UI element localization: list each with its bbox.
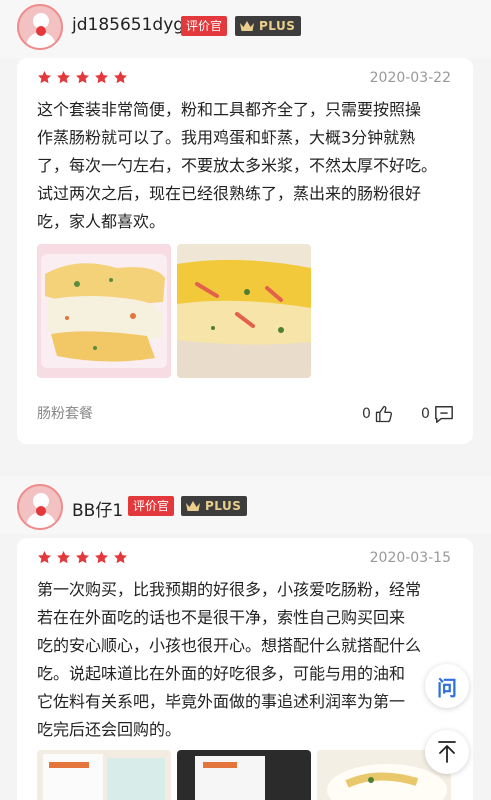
star-icon [76, 70, 89, 84]
review-photo[interactable] [177, 244, 311, 378]
plus-label: PLUS [259, 19, 296, 33]
star-icon [114, 550, 127, 564]
rating-stars [37, 70, 128, 85]
like-button[interactable]: 0 [362, 404, 394, 424]
comment-count: 0 [421, 406, 430, 422]
back-to-top-button[interactable] [425, 730, 469, 774]
reviewer-badge: 评价官 [181, 16, 228, 36]
crown-icon [186, 501, 200, 511]
review-card-1: 2020-03-22 这个套装非常简便，粉和工具都齐全了，只需要按照操 作蒸肠粉… [17, 58, 473, 444]
star-icon [95, 550, 108, 564]
arrow-up-icon [438, 741, 456, 763]
review-text-line: 吃，家人都喜欢。 [37, 212, 166, 231]
review-text-line: 作蒸肠粉就可以了。我用鸡蛋和虾蒸，大概3分钟就熟 [37, 128, 416, 147]
user-avatar[interactable] [17, 484, 63, 530]
review-text-line: 若在在外面吃的话也不是很干净，索性自己购买回来 [37, 608, 406, 627]
star-icon [114, 70, 127, 84]
comment-button[interactable]: 0 [421, 404, 455, 424]
review-text-line: 它佐料有关系吧，毕竟外面做的事追述利润率为第一 [37, 692, 406, 711]
star-icon [95, 70, 108, 84]
review-text: 这个套装非常简便，粉和工具都齐全了，只需要按照操 作蒸肠粉就可以了。我用鸡蛋和虾… [37, 96, 455, 236]
ask-button[interactable]: 问 [425, 664, 469, 708]
review-header-1: jd185651dyg 评价官 PLUS [0, 0, 491, 58]
review-date: 2020-03-22 [369, 70, 451, 86]
review-text-line: 吃完后还会回购的。 [37, 720, 182, 739]
review-text-line: 了，每次一勺左右，不要放太多米浆，不然太厚不好吃。 [37, 156, 438, 175]
review-date: 2020-03-15 [369, 550, 451, 566]
review-photo[interactable] [37, 750, 171, 800]
review-text-line: 这个套装非常简便，粉和工具都齐全了，只需要按照操 [37, 100, 422, 119]
thumbs-up-icon [375, 405, 392, 423]
rating-stars [37, 550, 128, 565]
plus-badge: PLUS [181, 496, 248, 516]
review-photo[interactable] [37, 244, 171, 378]
review-text: 第一次购买，比我预期的好很多，小孩爱吃肠粉，经常 若在在外面吃的话也不是很干净，… [37, 576, 455, 744]
comment-icon [435, 406, 453, 423]
review-text-line: 试过两次之后，现在已经很熟练了，蒸出来的肠粉很好 [37, 184, 422, 203]
username[interactable]: BB仔1 [72, 496, 123, 521]
review-text-line: 吃。说起味道比在外面的好吃很多，可能与用的油和 [37, 664, 406, 683]
review-text-line: 第一次购买，比我预期的好很多，小孩爱吃肠粉，经常 [37, 580, 422, 599]
star-icon [38, 70, 51, 84]
crown-icon [240, 21, 254, 31]
review-photo[interactable] [177, 750, 311, 800]
review-card-2: 2020-03-15 第一次购买，比我预期的好很多，小孩爱吃肠粉，经常 若在在外… [17, 538, 473, 800]
star-icon [57, 550, 70, 564]
plus-label: PLUS [205, 499, 242, 513]
reviewer-badge: 评价官 [128, 496, 175, 516]
star-icon [38, 550, 51, 564]
review-text-line: 吃的安心顺心，小孩也很开心。想搭配什么就搭配什么 [37, 636, 422, 655]
plus-badge: PLUS [235, 16, 302, 36]
star-icon [76, 550, 89, 564]
product-tag[interactable]: 肠粉套餐 [37, 403, 93, 423]
user-avatar[interactable] [17, 4, 63, 50]
review-header-2: BB仔1 评价官 PLUS [0, 476, 491, 534]
username[interactable]: jd185651dyg [72, 15, 184, 35]
ask-icon: 问 [437, 675, 457, 700]
star-icon [57, 70, 70, 84]
like-count: 0 [362, 406, 371, 422]
